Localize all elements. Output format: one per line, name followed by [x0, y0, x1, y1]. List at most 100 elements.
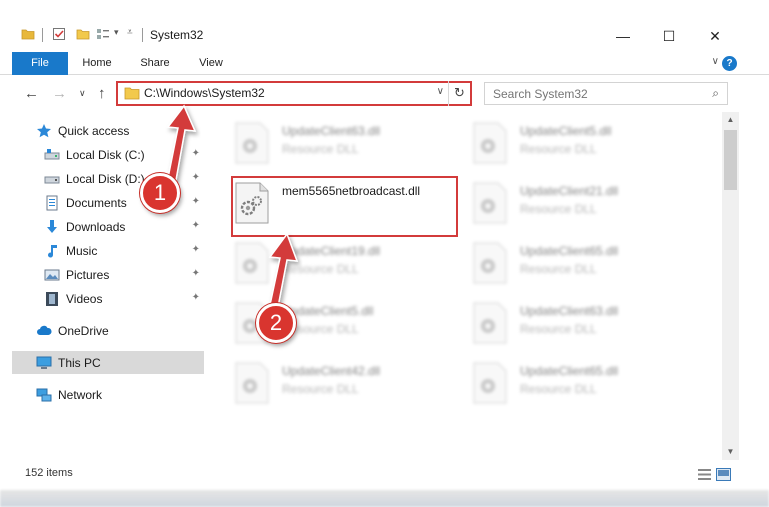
pin-icon[interactable]: ✦: [192, 148, 200, 159]
sidebar-item-label: This PC: [58, 355, 101, 370]
desktop-background-strip: [0, 490, 769, 507]
address-bar[interactable]: C:\Windows\System32 ∨ ↻: [116, 81, 472, 106]
dll-file-icon: [473, 182, 507, 224]
details-view-icon[interactable]: [697, 468, 712, 481]
film-icon: [46, 291, 58, 306]
star-icon: [37, 123, 51, 137]
list-item[interactable]: UpdateClient21.dll Resource DLL: [472, 178, 692, 230]
properties-list-icon[interactable]: [96, 27, 110, 41]
tab-view[interactable]: View: [190, 52, 232, 75]
list-item[interactable]: UpdateClient5.dll Resource DLL: [472, 118, 692, 170]
list-item[interactable]: UpdateClient42.dll Resource DLL: [234, 358, 454, 410]
step-badge-2: 2: [256, 303, 296, 343]
drive-icon: [44, 148, 60, 159]
recent-locations-icon[interactable]: ∨: [79, 88, 86, 99]
pin-icon[interactable]: ✦: [192, 196, 200, 207]
network-icon: [36, 388, 52, 401]
large-icons-view-icon[interactable]: [716, 468, 731, 481]
address-path[interactable]: C:\Windows\System32: [144, 86, 265, 100]
sidebar-item-label: Videos: [66, 291, 103, 306]
up-arrow-icon[interactable]: ↑: [98, 85, 106, 102]
sidebar-item-label: Pictures: [66, 267, 110, 282]
title-bar: ▾ ⩡ System32 — ☐ ✕: [0, 0, 769, 50]
file-type: Resource DLL: [520, 382, 597, 396]
pin-icon[interactable]: ✦: [192, 292, 200, 303]
back-arrow-icon[interactable]: ←: [24, 85, 39, 102]
dll-file-icon: [235, 362, 269, 404]
file-name: UpdateClient19.dll: [282, 244, 381, 258]
customize-qat-icon[interactable]: ⩡: [127, 27, 133, 38]
list-item[interactable]: UpdateClient65.dll Resource DLL: [472, 238, 692, 290]
item-count: 152 items: [25, 467, 73, 479]
vertical-scrollbar[interactable]: ▲ ▼: [722, 112, 739, 460]
title-separator: [142, 28, 143, 42]
dll-file-icon: [473, 242, 507, 284]
new-folder-icon[interactable]: [76, 27, 90, 41]
title-separator: [42, 28, 43, 42]
file-highlight-box: [231, 176, 458, 237]
tab-home[interactable]: Home: [76, 52, 118, 75]
search-input[interactable]: [485, 83, 700, 104]
file-type: Resource DLL: [520, 202, 597, 216]
sidebar-item-label: Network: [58, 387, 103, 402]
search-icon[interactable]: ⌕: [712, 86, 719, 101]
ribbon-expand-icon[interactable]: ∨: [712, 56, 719, 67]
tab-share[interactable]: Share: [134, 52, 176, 75]
qat-dropdown-icon[interactable]: ▾: [114, 27, 119, 38]
download-arrow-icon: [47, 219, 57, 233]
ribbon-tabs: File Home Share View ∨ ?: [0, 52, 769, 75]
pictures-icon: [44, 269, 60, 280]
sidebar-item-downloads[interactable]: Downloads ✦: [12, 215, 204, 238]
minimize-button[interactable]: —: [600, 22, 646, 50]
dll-file-icon: [473, 362, 507, 404]
sidebar-item-videos[interactable]: Videos ✦: [12, 287, 204, 310]
pin-icon[interactable]: ✦: [192, 220, 200, 231]
pin-icon[interactable]: ✦: [192, 172, 200, 183]
close-button[interactable]: ✕: [692, 22, 738, 50]
file-name: UpdateClient42.dll: [282, 364, 381, 378]
sidebar-item-this-pc[interactable]: This PC: [12, 351, 204, 374]
dll-file-icon: [235, 122, 269, 164]
sidebar-item-network[interactable]: Network: [12, 383, 204, 406]
file-type: Resource DLL: [282, 262, 359, 276]
address-dropdown-icon[interactable]: ∨: [437, 86, 444, 97]
file-name: UpdateClient5.dll: [282, 304, 374, 318]
sidebar-item-pictures[interactable]: Pictures ✦: [12, 263, 204, 286]
file-type: Resource DLL: [282, 142, 359, 156]
refresh-icon[interactable]: ↻: [448, 81, 470, 106]
file-name: UpdateClient63.dll: [520, 304, 619, 318]
close-icon: ✕: [709, 27, 721, 44]
sidebar-item-quick-access[interactable]: Quick access: [12, 119, 204, 142]
properties-checkmark-icon[interactable]: [52, 27, 66, 41]
list-item[interactable]: UpdateClient65.dll Resource DLL: [472, 358, 692, 410]
sidebar-item-label: Local Disk (D:): [66, 171, 145, 186]
pin-icon[interactable]: ✦: [192, 268, 200, 279]
sidebar-item-label: OneDrive: [58, 323, 109, 338]
sidebar-item-local-disk-c[interactable]: Local Disk (C:) ✦: [12, 143, 204, 166]
scroll-thumb[interactable]: [724, 130, 737, 190]
sidebar-item-label: Local Disk (C:): [66, 147, 145, 162]
tab-file[interactable]: File: [12, 52, 68, 75]
file-type: Resource DLL: [282, 382, 359, 396]
pin-icon[interactable]: ✦: [192, 244, 200, 255]
list-item[interactable]: UpdateClient19.dll Resource DLL: [234, 238, 454, 290]
drive-icon: [44, 176, 60, 183]
help-icon[interactable]: ?: [722, 56, 737, 71]
forward-arrow-icon[interactable]: →: [52, 85, 67, 102]
file-name: UpdateClient5.dll: [520, 124, 612, 138]
file-type: Resource DLL: [520, 142, 597, 156]
file-type: Resource DLL: [520, 262, 597, 276]
list-item[interactable]: UpdateClient63.dll Resource DLL: [234, 118, 454, 170]
sidebar-item-onedrive[interactable]: OneDrive: [12, 319, 204, 342]
file-type: Resource DLL: [520, 322, 597, 336]
sidebar-item-label: Music: [66, 243, 98, 258]
step-badge-1: 1: [140, 173, 180, 213]
sidebar-item-music[interactable]: Music ✦: [12, 239, 204, 262]
scroll-up-icon[interactable]: ▲: [722, 112, 739, 128]
maximize-button[interactable]: ☐: [646, 22, 692, 50]
documents-icon: [46, 195, 58, 210]
list-item[interactable]: UpdateClient63.dll Resource DLL: [472, 298, 692, 350]
sidebar-item-label: Quick access: [58, 123, 130, 138]
scroll-down-icon[interactable]: ▼: [722, 444, 739, 460]
search-box[interactable]: ⌕: [484, 82, 728, 105]
